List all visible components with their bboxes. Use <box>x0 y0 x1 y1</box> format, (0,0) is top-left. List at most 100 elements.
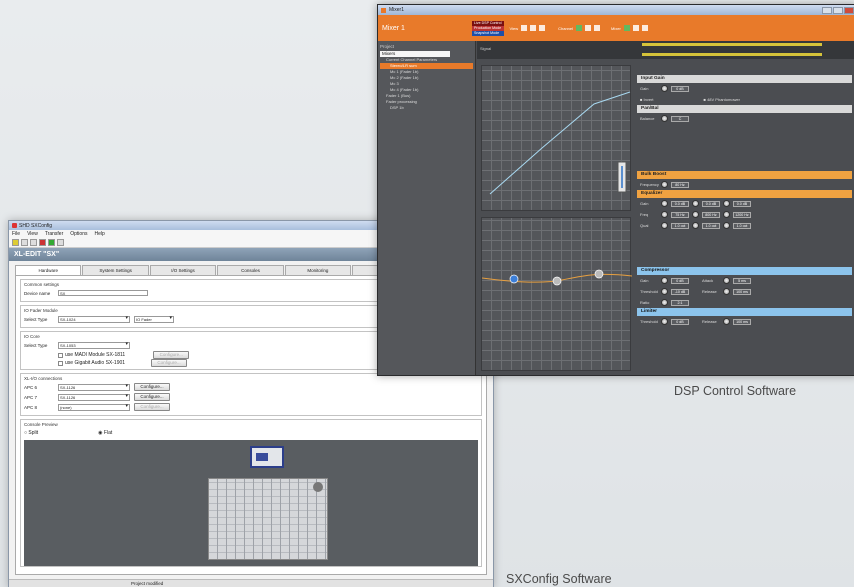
apc7-select[interactable]: SX-1126 <box>58 393 130 401</box>
core-type-select[interactable]: SX-1053 <box>58 341 130 349</box>
tab-system-settings[interactable]: System Settings <box>82 265 149 275</box>
ratio-knob[interactable] <box>661 299 668 306</box>
split-radio[interactable]: ○ Split <box>24 430 38 436</box>
lim-threshold-value[interactable]: 0 dB <box>671 318 689 325</box>
lim-threshold-knob[interactable] <box>661 318 668 325</box>
apc8-select[interactable]: (none) <box>58 403 130 411</box>
minimize-icon[interactable] <box>822 6 832 14</box>
eq-gain-3[interactable]: 0.0 dB <box>733 200 751 207</box>
madi-checkbox[interactable] <box>58 352 63 358</box>
eq-qual-3[interactable]: 1.0 oct <box>733 222 751 229</box>
module-icon <box>250 446 284 468</box>
open-icon[interactable] <box>21 239 28 246</box>
menu-options[interactable]: Options <box>70 231 87 237</box>
lim-release-knob[interactable] <box>723 318 730 325</box>
download-icon[interactable] <box>48 239 55 246</box>
menu-transfer[interactable]: Transfer <box>45 231 63 237</box>
invert-checkbox[interactable]: ■ Invert <box>640 97 654 102</box>
eq-gain-knob[interactable] <box>661 200 668 207</box>
columns-icon[interactable] <box>539 25 546 31</box>
save-icon[interactable] <box>30 239 37 246</box>
balance-knob[interactable] <box>661 115 668 122</box>
gain-knob[interactable] <box>661 85 668 92</box>
select-type-label: Select Type <box>24 342 48 348</box>
tree-item[interactable]: DSP 1b <box>380 105 473 111</box>
apc6-select[interactable]: SX-1126 <box>58 383 130 391</box>
eq-qual-knob[interactable] <box>723 222 730 229</box>
tab-io-settings[interactable]: I/O Settings <box>149 265 217 275</box>
attack-value[interactable]: 5 ms <box>733 277 751 284</box>
flat-radio[interactable]: ◉ Flat <box>98 430 112 436</box>
eq-freq-knob[interactable] <box>692 211 699 218</box>
dsp-window-title: Mixer1 <box>389 7 405 13</box>
eq-curve <box>482 269 632 286</box>
apc6-configure-button[interactable]: Configure... <box>134 383 170 391</box>
compressor-curve-graph[interactable] <box>481 65 631 211</box>
menu-file[interactable]: File <box>12 231 20 237</box>
mixer-copy-icon[interactable] <box>623 25 630 31</box>
madi-configure-button[interactable]: Configure... <box>153 351 190 359</box>
compressor-header[interactable]: Compressor <box>637 267 852 275</box>
grid-icon[interactable] <box>521 25 528 31</box>
threshold-knob[interactable] <box>661 288 668 295</box>
eq-freq-3[interactable]: 1200 Hz <box>733 211 751 218</box>
eq-gain-knob[interactable] <box>692 200 699 207</box>
release-value[interactable]: 100 ms <box>733 288 751 295</box>
frequency-knob[interactable] <box>661 181 668 188</box>
upload-icon[interactable] <box>39 239 46 246</box>
device-name-field[interactable]: SX <box>58 290 148 296</box>
eq-freq-knob[interactable] <box>661 211 668 218</box>
close-icon[interactable] <box>844 6 854 14</box>
limiter-header[interactable]: Limiter <box>637 308 852 316</box>
tab-monitoring[interactable]: Monitoring <box>284 265 352 275</box>
pan-header: Pan/Bal <box>637 105 852 113</box>
eq-curve-graph[interactable] <box>481 217 632 371</box>
comp-gain-value[interactable]: 0 dB <box>671 277 689 284</box>
gigabit-checkbox[interactable] <box>58 360 63 366</box>
channel-paste-icon[interactable] <box>585 25 592 31</box>
gigabit-configure-button[interactable]: Configure... <box>151 359 188 367</box>
tab-hardware[interactable]: Hardware <box>15 265 82 275</box>
lim-release-value[interactable]: 100 ms <box>733 318 751 325</box>
attack-knob[interactable] <box>723 277 730 284</box>
eq-gain-2[interactable]: 0.0 dB <box>702 200 720 207</box>
eq-qual-knob[interactable] <box>661 222 668 229</box>
threshold-value[interactable]: -10 dB <box>671 288 689 295</box>
new-icon[interactable] <box>12 239 19 246</box>
tab-consoles[interactable]: Consoles <box>217 265 284 275</box>
menu-view[interactable]: View <box>27 231 38 237</box>
eq-qual-1[interactable]: 1.0 oct <box>671 222 689 229</box>
apc8-configure-button[interactable]: Configure... <box>134 403 170 411</box>
settings-icon[interactable] <box>57 239 64 246</box>
apc7-configure-button[interactable]: Configure... <box>134 393 170 401</box>
eq-qual-knob[interactable] <box>692 222 699 229</box>
maximize-icon[interactable] <box>833 6 843 14</box>
balance-value[interactable]: C <box>671 115 689 122</box>
eq-freq-2[interactable]: 800 Hz <box>702 211 720 218</box>
release-knob[interactable] <box>723 288 730 295</box>
equalizer-header[interactable]: Equalizer <box>637 190 852 198</box>
eq-freq-1[interactable]: 75 Hz <box>671 211 689 218</box>
eq-gain-1[interactable]: 0.0 dB <box>671 200 689 207</box>
channel-reset-icon[interactable] <box>594 25 601 31</box>
list-icon[interactable] <box>530 25 537 31</box>
dsp-main: Signal Input Gain Gain 0 dB ■ Invert ■ 4… <box>477 41 854 375</box>
fader-type-select[interactable]: SX-1024 <box>58 315 130 323</box>
mode-snapshot[interactable]: Snapshot Mode <box>472 30 504 36</box>
eq-gain-knob[interactable] <box>723 200 730 207</box>
frequency-value[interactable]: 80 Hz <box>671 181 689 188</box>
menu-help[interactable]: Help <box>94 231 104 237</box>
comp-gain-knob[interactable] <box>661 277 668 284</box>
mixer-reset-icon[interactable] <box>641 25 648 31</box>
gain-value[interactable]: 0 dB <box>671 85 689 92</box>
ratio-value[interactable]: 2:1 <box>671 299 689 306</box>
eq-band-1-handle <box>509 274 519 284</box>
phantom-checkbox[interactable]: ■ 48V Phantomower <box>704 97 740 102</box>
fader-sub-select[interactable]: IO Fader <box>134 315 174 323</box>
bass-boost-header[interactable]: Bulk Boost <box>637 171 852 179</box>
eq-freq-knob[interactable] <box>723 211 730 218</box>
signal-label: Signal <box>480 46 492 51</box>
channel-copy-icon[interactable] <box>576 25 583 31</box>
mixer-paste-icon[interactable] <box>632 25 639 31</box>
eq-qual-2[interactable]: 1.0 oct <box>702 222 720 229</box>
